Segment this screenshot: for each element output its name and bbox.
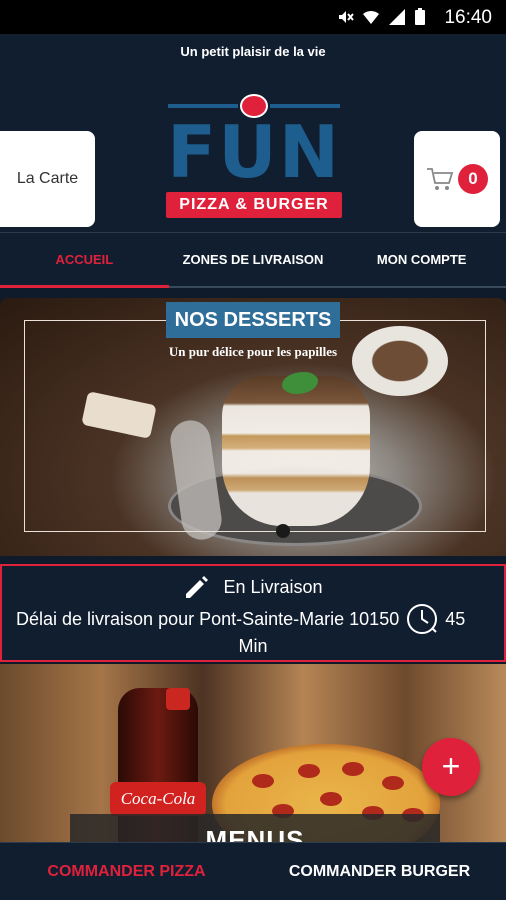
pepperoni (382, 776, 404, 790)
mute-icon (339, 11, 354, 23)
banner-subtitle: Un pur délice pour les papilles (168, 344, 338, 359)
tab-accueil[interactable]: ACCUEIL (0, 233, 169, 288)
pepperoni (320, 792, 342, 806)
app-header: Un petit plaisir de la vie La Carte FUN … (0, 34, 506, 232)
add-fab-button[interactable]: + (422, 738, 480, 796)
slider-indicator-dot[interactable] (276, 524, 290, 538)
delivery-text: Délai de livraison pour Pont-Sainte-Mari… (16, 608, 400, 629)
commander-burger-button[interactable]: COMMANDER BURGER (253, 843, 506, 900)
bottle-cap (166, 688, 190, 710)
tagline: Un petit plaisir de la vie (180, 44, 326, 59)
logo-sub-text: PIZZA & BURGER (166, 192, 342, 218)
cart-icon (427, 168, 454, 190)
logo-bar-right (270, 104, 340, 108)
delivery-time-value: 45 (445, 608, 466, 629)
delivery-info[interactable]: En Livraison Délai de livraison pour Pon… (0, 564, 506, 662)
pepperoni (252, 774, 274, 788)
delivery-mode-label: En Livraison (223, 576, 323, 597)
bottom-action-bar: COMMANDER PIZZA COMMANDER BURGER (0, 842, 506, 900)
status-icons (336, 8, 426, 26)
delivery-time-line: Délai de livraison pour Pont-Sainte-Mari… (16, 602, 494, 636)
dessert-banner[interactable]: NOS DESSERTS Un pur délice pour les papi… (0, 298, 506, 556)
battery-icon (415, 8, 425, 25)
tab-zones-de-livraison[interactable]: ZONES DE LIVRAISON (169, 233, 338, 286)
tab-mon-compte[interactable]: MON COMPTE (337, 233, 506, 286)
plus-icon: + (441, 748, 461, 784)
main-tabs: ACCUEIL ZONES DE LIVRAISON MON COMPTE (0, 232, 506, 288)
pepperoni (298, 764, 320, 778)
delivery-mode: En Livraison (2, 574, 504, 600)
pepperoni (342, 762, 364, 776)
cart-button[interactable]: 0 (414, 131, 500, 227)
logo-main-text: FUN (167, 110, 341, 194)
banner-title: NOS DESSERTS (166, 302, 340, 338)
status-bar: 16:40 (0, 0, 506, 34)
status-time: 16:40 (444, 7, 492, 28)
la-carte-button[interactable]: La Carte (0, 131, 95, 227)
logo-bar-left (168, 104, 238, 108)
wifi-icon (363, 10, 379, 24)
delivery-time-unit: Min (238, 636, 268, 656)
menus-label: MENUS (70, 814, 440, 844)
edit-pencil-icon[interactable] (183, 574, 209, 600)
commander-pizza-button[interactable]: COMMANDER PIZZA (0, 843, 253, 900)
bottle-label: Coca-Cola (110, 782, 206, 816)
signal-icon (389, 9, 405, 25)
cart-count-badge: 0 (458, 164, 488, 194)
brand-logo: FUN PIZZA & BURGER (164, 94, 344, 222)
clock-icon (407, 604, 438, 634)
